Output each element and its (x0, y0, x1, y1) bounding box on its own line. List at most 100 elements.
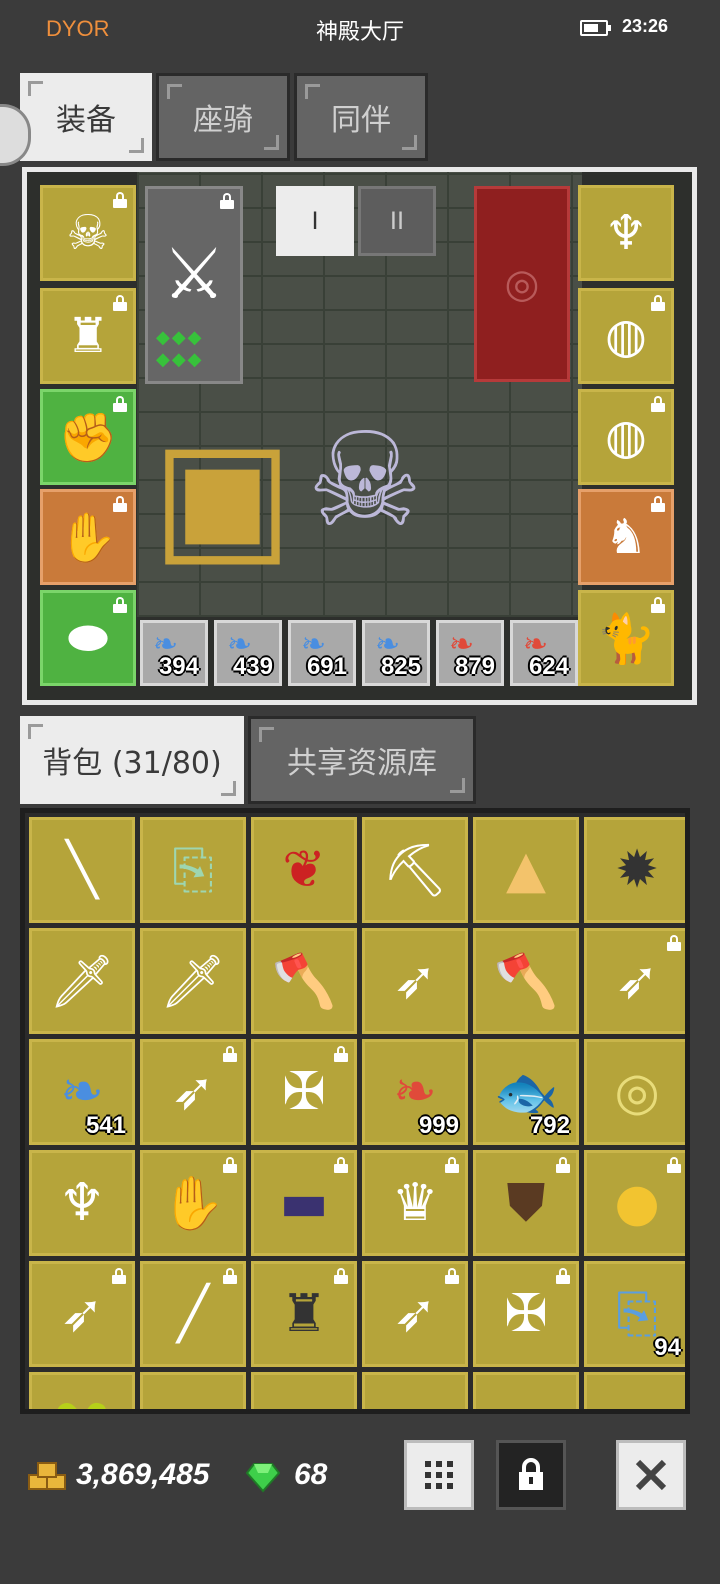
inventory-slot[interactable]: 🗡 (140, 928, 246, 1034)
tab-equipment[interactable]: 装备 (20, 73, 152, 161)
tiger-card-icon: ♛ (391, 1173, 439, 1233)
ammo-slot-4[interactable]: ❧ 825 (362, 620, 430, 686)
inventory-slot[interactable]: 🗡 (29, 928, 135, 1034)
close-icon (635, 1459, 667, 1491)
lock-icon (445, 1157, 459, 1173)
tab-shared-storage[interactable]: 共享资源库 (248, 716, 476, 804)
set-tab-1[interactable]: I (276, 186, 354, 256)
weapon-slot[interactable]: ⚔ ◆◆◆ ◆◆◆ (145, 186, 243, 384)
inventory-slot-empty[interactable] (362, 1372, 468, 1409)
inventory-slot[interactable]: ❦ (251, 817, 357, 923)
gauntlet-icon: ✊ (58, 409, 118, 466)
scroll-icon: ⎘ (616, 1283, 658, 1344)
ammo-slot-2[interactable]: ❧ 439 (214, 620, 282, 686)
lock-icon (223, 1046, 237, 1062)
treasure-chest-icon[interactable]: ▣ (140, 393, 305, 598)
inventory-slot[interactable]: 🪓 (473, 928, 579, 1034)
gold-amount: 3,869,485 (76, 1458, 210, 1491)
equip-slot-ring-2[interactable]: ◍ (578, 389, 674, 485)
inventory-slot[interactable]: ➶ (29, 1261, 135, 1367)
ammo-slot-1[interactable]: ❧ 394 (140, 620, 208, 686)
inventory-slot[interactable]: ╱ (140, 1261, 246, 1367)
dagger-icon: 🗡 (159, 951, 226, 1012)
inventory-slot[interactable]: ✠ (251, 1039, 357, 1145)
footer-bar: 3,869,485 68 (0, 1420, 720, 1560)
inventory-slot[interactable]: ➶ (140, 1039, 246, 1145)
armor-icon: ♜ (280, 1284, 328, 1344)
battery-icon (580, 20, 611, 36)
lock-icon (113, 597, 127, 613)
inventory-slot[interactable]: 🐟 792 (473, 1039, 579, 1145)
equip-slot-arm[interactable]: ✊ (40, 389, 136, 485)
lock-icon (334, 1268, 348, 1284)
item-count: 792 (529, 1112, 570, 1139)
ring-icon: ◍ (605, 308, 647, 364)
inventory-grid: ╲ ⎘ ❦ ⛏ ▲ ✹ 🗡 🗡 🪓 ➶ 🪓 ➶ ❧ 541 ➶ ✠ ❧ 999 🐟 7… (20, 808, 690, 1414)
spear-icon: ╲ (66, 840, 98, 900)
dark-gloves-icon: ✋ (160, 1173, 226, 1234)
unicorn-card-icon: ♞ (604, 509, 648, 565)
inventory-slot[interactable]: ⎘ (140, 817, 246, 923)
inventory-slot[interactable]: ✹ (584, 817, 685, 923)
inventory-slot[interactable]: ✋ (140, 1150, 246, 1256)
inventory-slot-empty[interactable] (251, 1372, 357, 1409)
skull-helmet-icon: ☠ (66, 205, 110, 261)
tab-mount[interactable]: 座骑 (156, 73, 290, 161)
inventory-slot[interactable]: 🪓 (251, 928, 357, 1034)
inventory-slot[interactable]: ➶ (584, 928, 685, 1034)
ring-icon: ◍ (605, 409, 647, 465)
player-character: ☠ (306, 404, 424, 556)
close-button[interactable] (616, 1440, 686, 1510)
equip-slot-horned-helmet[interactable]: ♆ (578, 185, 674, 281)
inventory-slot[interactable]: ╲ (29, 817, 135, 923)
inventory-slot-empty[interactable] (584, 1372, 685, 1409)
lock-toggle-button[interactable] (496, 1440, 566, 1510)
bow-icon: ➶ (393, 951, 437, 1011)
inventory-slot[interactable]: ◎ (584, 1039, 685, 1145)
inventory-slot[interactable]: ⛏ (362, 817, 468, 923)
equip-slot-cat-card[interactable]: 🐈 (578, 590, 674, 686)
inventory-slot[interactable]: ▲ (473, 817, 579, 923)
inventory-slot[interactable]: ⎘ 94 (584, 1261, 685, 1367)
dagger-icon: 🗡 (48, 951, 115, 1012)
inventory-slot[interactable]: ➶ (362, 1261, 468, 1367)
ammo-count: 394 (158, 653, 199, 680)
inventory-slot[interactable]: ▬ (251, 1150, 357, 1256)
inventory-slot-empty[interactable] (140, 1372, 246, 1409)
inventory-slot[interactable]: ♜ (251, 1261, 357, 1367)
inventory-slot[interactable]: ♛ (362, 1150, 468, 1256)
ammo-slot-3[interactable]: ❧ 691 (288, 620, 356, 686)
tab-backpack[interactable]: 背包 (31/80) (20, 716, 244, 804)
axe-icon: 🪓 (493, 951, 559, 1012)
clock: 23:26 (622, 16, 669, 36)
sort-grid-button[interactable] (404, 1440, 474, 1510)
inventory-slot[interactable]: ⛊ (473, 1150, 579, 1256)
ammo-count: 691 (306, 653, 347, 680)
set-tab-2[interactable]: II (358, 186, 436, 256)
inventory-slot[interactable]: ✠ (473, 1261, 579, 1367)
inventory-slot[interactable]: ➶ (362, 928, 468, 1034)
gold-coin-icon: ● (614, 1173, 660, 1233)
ammo-slot-6[interactable]: ❧ 624 (510, 620, 578, 686)
equip-slot-boots[interactable]: ⬬ (40, 590, 136, 686)
inventory-slot[interactable]: ❧ 541 (29, 1039, 135, 1145)
inventory-slot[interactable]: ❧ 999 (362, 1039, 468, 1145)
equip-slot-unicorn-card[interactable]: ♞ (578, 489, 674, 585)
inventory-slot[interactable]: ♆ (29, 1150, 135, 1256)
lock-icon (556, 1157, 570, 1173)
mace-icon: ✹ (615, 840, 659, 900)
equip-slot-gloves[interactable]: ✋ (40, 489, 136, 585)
lock-icon (113, 192, 127, 208)
inventory-slot[interactable]: 🐸 (29, 1372, 135, 1409)
equip-slot-ring-1[interactable]: ◍ (578, 288, 674, 384)
tab-backpack-label: 背包 (31/80) (42, 746, 222, 781)
inventory-slot[interactable]: ● (584, 1150, 685, 1256)
equip-slot-armor[interactable]: ♜ (40, 288, 136, 384)
tab-companion[interactable]: 同伴 (294, 73, 428, 161)
scroll-icon: ⎘ (172, 839, 214, 900)
ammo-slot-5[interactable]: ❧ 879 (436, 620, 504, 686)
crossbow-icon: ⚔ (162, 233, 226, 315)
inventory-slot-empty[interactable] (473, 1372, 579, 1409)
equip-slot-head[interactable]: ☠ (40, 185, 136, 281)
item-count: 999 (418, 1112, 459, 1139)
